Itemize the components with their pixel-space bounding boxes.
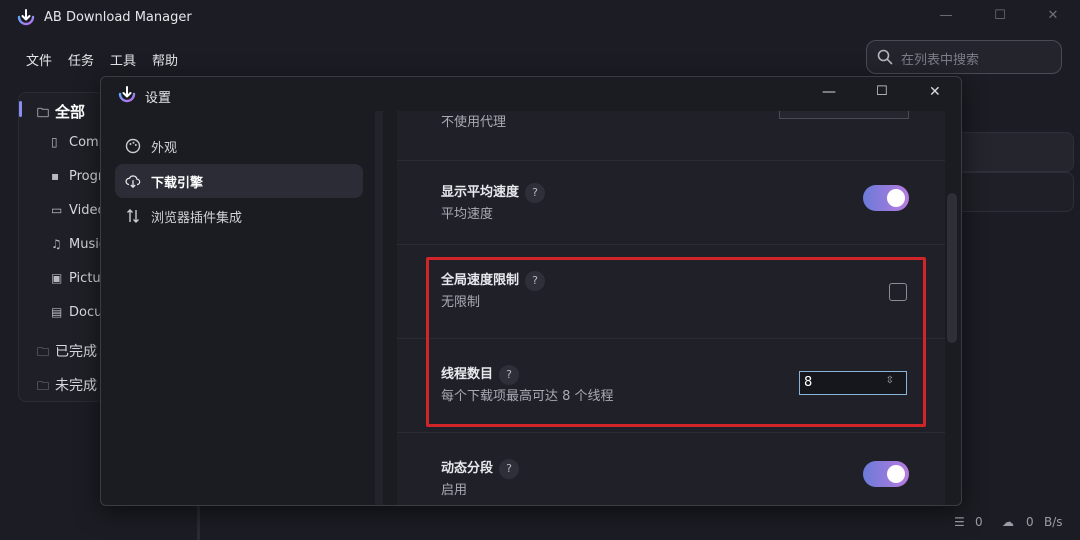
toggle-knob — [887, 465, 905, 483]
average-speed-toggle[interactable] — [863, 185, 909, 211]
dialog-logo-icon — [118, 86, 136, 103]
category-panel: 🗀 全部 ▯ Comp ▪ Progr ▭ Video ♫ Music ▣ Pictu ▤ D… — [18, 92, 107, 402]
settings-scrollbar[interactable] — [947, 193, 957, 343]
setting-thread-count: 线程数目? 每个下载项最高可达 8 个线程 8 ⇳ — [397, 339, 945, 433]
dialog-close-button[interactable]: ✕ — [929, 84, 941, 100]
setting-dynamic-segment: 动态分段? 启用 — [397, 433, 945, 505]
minimize-button[interactable]: — — [936, 8, 956, 23]
archive-icon: ▯ — [51, 135, 58, 149]
global-limit-desc: 无限制 — [441, 295, 481, 310]
nav-browser-integration[interactable]: 浏览器插件集成 — [115, 199, 363, 233]
help-icon[interactable]: ? — [499, 364, 520, 385]
queue-count: 0 — [975, 515, 983, 529]
help-icon[interactable]: ? — [525, 182, 546, 203]
proxy-select[interactable] — [779, 111, 909, 119]
nav-divider — [375, 111, 383, 505]
category-all[interactable]: 🗀 全部 — [37, 101, 85, 125]
menu-file[interactable]: 文件 — [18, 48, 60, 71]
setting-proxy: 不使用代理 — [397, 111, 945, 161]
help-icon[interactable]: ? — [525, 270, 546, 291]
proxy-desc: 不使用代理 — [441, 115, 507, 130]
global-limit-title: 全局速度限制 — [441, 273, 520, 288]
speed-unit: B/s — [1044, 515, 1063, 529]
palette-icon — [125, 138, 141, 154]
category-video[interactable]: ▭ Video — [51, 203, 105, 218]
settings-content: 不使用代理 显示平均速度? 平均速度 全局速度限制? 无限制 线程数目? 每个下… — [397, 111, 945, 505]
category-music[interactable]: ♫ Music — [51, 237, 106, 252]
average-speed-title: 显示平均速度 — [441, 185, 520, 200]
status-bar — [0, 510, 1080, 540]
search-input[interactable]: 在列表中搜索 — [901, 49, 979, 68]
nav-appearance[interactable]: 外观 — [115, 129, 363, 163]
menu-bar: 文件 任务 工具 帮助 — [18, 48, 186, 71]
folder-icon: 🗀 — [37, 345, 50, 359]
average-speed-desc: 平均速度 — [441, 207, 494, 222]
video-icon: ▭ — [51, 203, 63, 217]
spinner-icon[interactable]: ⇳ — [886, 375, 894, 386]
category-pictures[interactable]: ▣ Pictu — [51, 271, 101, 286]
arrows-updown-icon — [125, 208, 141, 224]
app-logo-icon — [17, 9, 35, 26]
cloud-download-icon — [125, 173, 141, 189]
nav-download-engine[interactable]: 下载引擎 — [115, 164, 363, 198]
category-programs[interactable]: ▪ Progr — [51, 169, 103, 184]
menu-tools[interactable]: 工具 — [102, 48, 144, 71]
dynamic-segment-toggle[interactable] — [863, 461, 909, 487]
settings-dialog: 设置 — 外观 下载引擎 浏览器插件集成 不使用代理 — [100, 76, 962, 506]
dialog-minimize-button[interactable]: — — [822, 84, 836, 100]
speed-value: 0 — [1026, 515, 1034, 529]
active-indicator — [19, 101, 22, 117]
global-limit-checkbox[interactable] — [889, 283, 907, 301]
dynamic-segment-title: 动态分段 — [441, 461, 494, 476]
settings-nav: 外观 下载引擎 浏览器插件集成 — [115, 129, 363, 234]
search-box[interactable]: 在列表中搜索 — [866, 40, 1062, 74]
picture-icon: ▣ — [51, 271, 63, 285]
document-icon: ▤ — [51, 305, 63, 319]
main-titlebar: AB Download Manager — ☐ ✕ — [0, 0, 1080, 36]
thread-count-title: 线程数目 — [441, 367, 494, 382]
maximize-button[interactable]: ☐ — [990, 8, 1010, 23]
category-documents[interactable]: ▤ Docu — [51, 305, 102, 320]
folder-icon: 🗀 — [37, 379, 50, 393]
app-title: AB Download Manager — [44, 10, 192, 25]
music-icon: ♫ — [51, 237, 62, 251]
category-finished[interactable]: 🗀 已完成 — [37, 341, 97, 364]
category-compressed[interactable]: ▯ Comp — [51, 135, 107, 150]
setting-average-speed: 显示平均速度? 平均速度 — [397, 161, 945, 245]
search-icon — [877, 49, 893, 65]
thread-count-desc: 每个下载项最高可达 8 个线程 — [441, 389, 614, 404]
menu-help[interactable]: 帮助 — [144, 48, 186, 71]
download-speed-icon: ☁ — [1002, 515, 1014, 529]
folder-icon: 🗀 — [37, 106, 50, 120]
close-button[interactable]: ✕ — [1043, 8, 1063, 23]
toggle-knob — [887, 189, 905, 207]
thread-count-value: 8 — [804, 375, 813, 390]
dialog-maximize-button[interactable]: ☐ — [876, 84, 888, 99]
dialog-title: 设置 — [145, 91, 172, 106]
menu-tasks[interactable]: 任务 — [60, 48, 102, 71]
setting-global-speed-limit: 全局速度限制? 无限制 — [397, 245, 945, 339]
help-icon[interactable]: ? — [499, 458, 520, 479]
category-unfinished[interactable]: 🗀 未完成 — [37, 375, 97, 398]
dynamic-segment-desc: 启用 — [441, 483, 468, 498]
thread-count-input[interactable]: 8 ⇳ — [799, 371, 907, 395]
queue-icon: ☰ — [954, 515, 965, 529]
apps-icon: ▪ — [51, 169, 60, 183]
